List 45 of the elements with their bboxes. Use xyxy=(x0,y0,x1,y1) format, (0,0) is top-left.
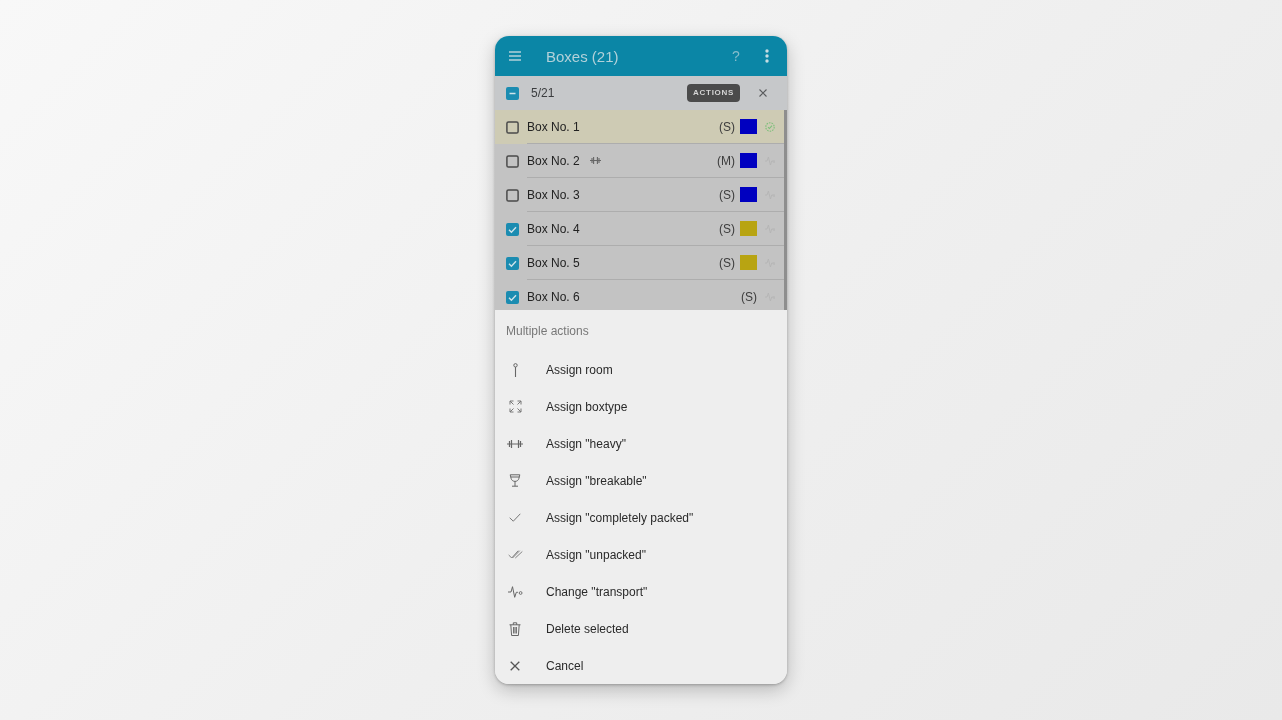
sheet-title: Multiple actions xyxy=(506,323,589,338)
menu-item[interactable]: Change "transport" xyxy=(495,573,787,610)
menu-icon[interactable] xyxy=(509,51,521,61)
box-name: Box No. 1 xyxy=(527,119,580,134)
box-size: (S) xyxy=(719,187,735,202)
checkbox[interactable] xyxy=(506,154,519,168)
box-size: (S) xyxy=(719,221,735,236)
select-all-checkbox[interactable] xyxy=(506,86,519,100)
trash-icon xyxy=(509,621,521,636)
dumbbell-icon xyxy=(507,439,523,448)
checkbox[interactable] xyxy=(506,290,519,304)
double-check-icon xyxy=(507,550,523,559)
menu-item[interactable]: Assign room xyxy=(495,351,787,388)
menu-item[interactable]: Assign boxtype xyxy=(495,388,787,425)
actions-button[interactable]: ACTIONS xyxy=(687,84,740,102)
box-name: Box No. 5 xyxy=(527,255,580,270)
box-name: Box No. 6 xyxy=(527,289,580,304)
selection-count: 5/21 xyxy=(531,86,556,100)
expand-icon xyxy=(508,400,522,413)
menu-item[interactable]: Delete selected xyxy=(495,610,787,647)
checkbox[interactable] xyxy=(506,188,519,202)
menu-item[interactable]: Assign "unpacked" xyxy=(495,536,787,573)
box-size: (M) xyxy=(717,153,735,168)
more-options-icon[interactable] xyxy=(765,49,769,63)
close-icon[interactable] xyxy=(759,89,767,97)
box-row[interactable]: Box No. 1 (S) xyxy=(495,110,787,144)
menu-item[interactable]: Assign "heavy" xyxy=(495,425,787,462)
box-size: (S) xyxy=(719,255,735,270)
box-size: (S) xyxy=(719,119,735,134)
box-name: Box No. 4 xyxy=(527,221,580,236)
box-name: Box No. 2 xyxy=(527,153,580,168)
menu-item[interactable]: Assign "breakable" xyxy=(495,462,787,499)
box-name: Box No. 3 xyxy=(527,187,580,202)
box-size: (S) xyxy=(741,289,757,304)
checkmark-icon xyxy=(509,513,521,522)
pin-icon xyxy=(512,362,518,377)
pulse-icon xyxy=(507,585,523,598)
menu-item[interactable]: Assign "completely packed" xyxy=(495,499,787,536)
checkbox[interactable] xyxy=(506,256,519,270)
app-title: Boxes (21) xyxy=(546,47,620,65)
checkbox[interactable] xyxy=(506,222,519,236)
menu-item[interactable]: Cancel xyxy=(495,647,787,684)
close-icon xyxy=(510,660,520,671)
checkbox[interactable] xyxy=(506,120,519,134)
goblet-icon xyxy=(509,474,521,487)
